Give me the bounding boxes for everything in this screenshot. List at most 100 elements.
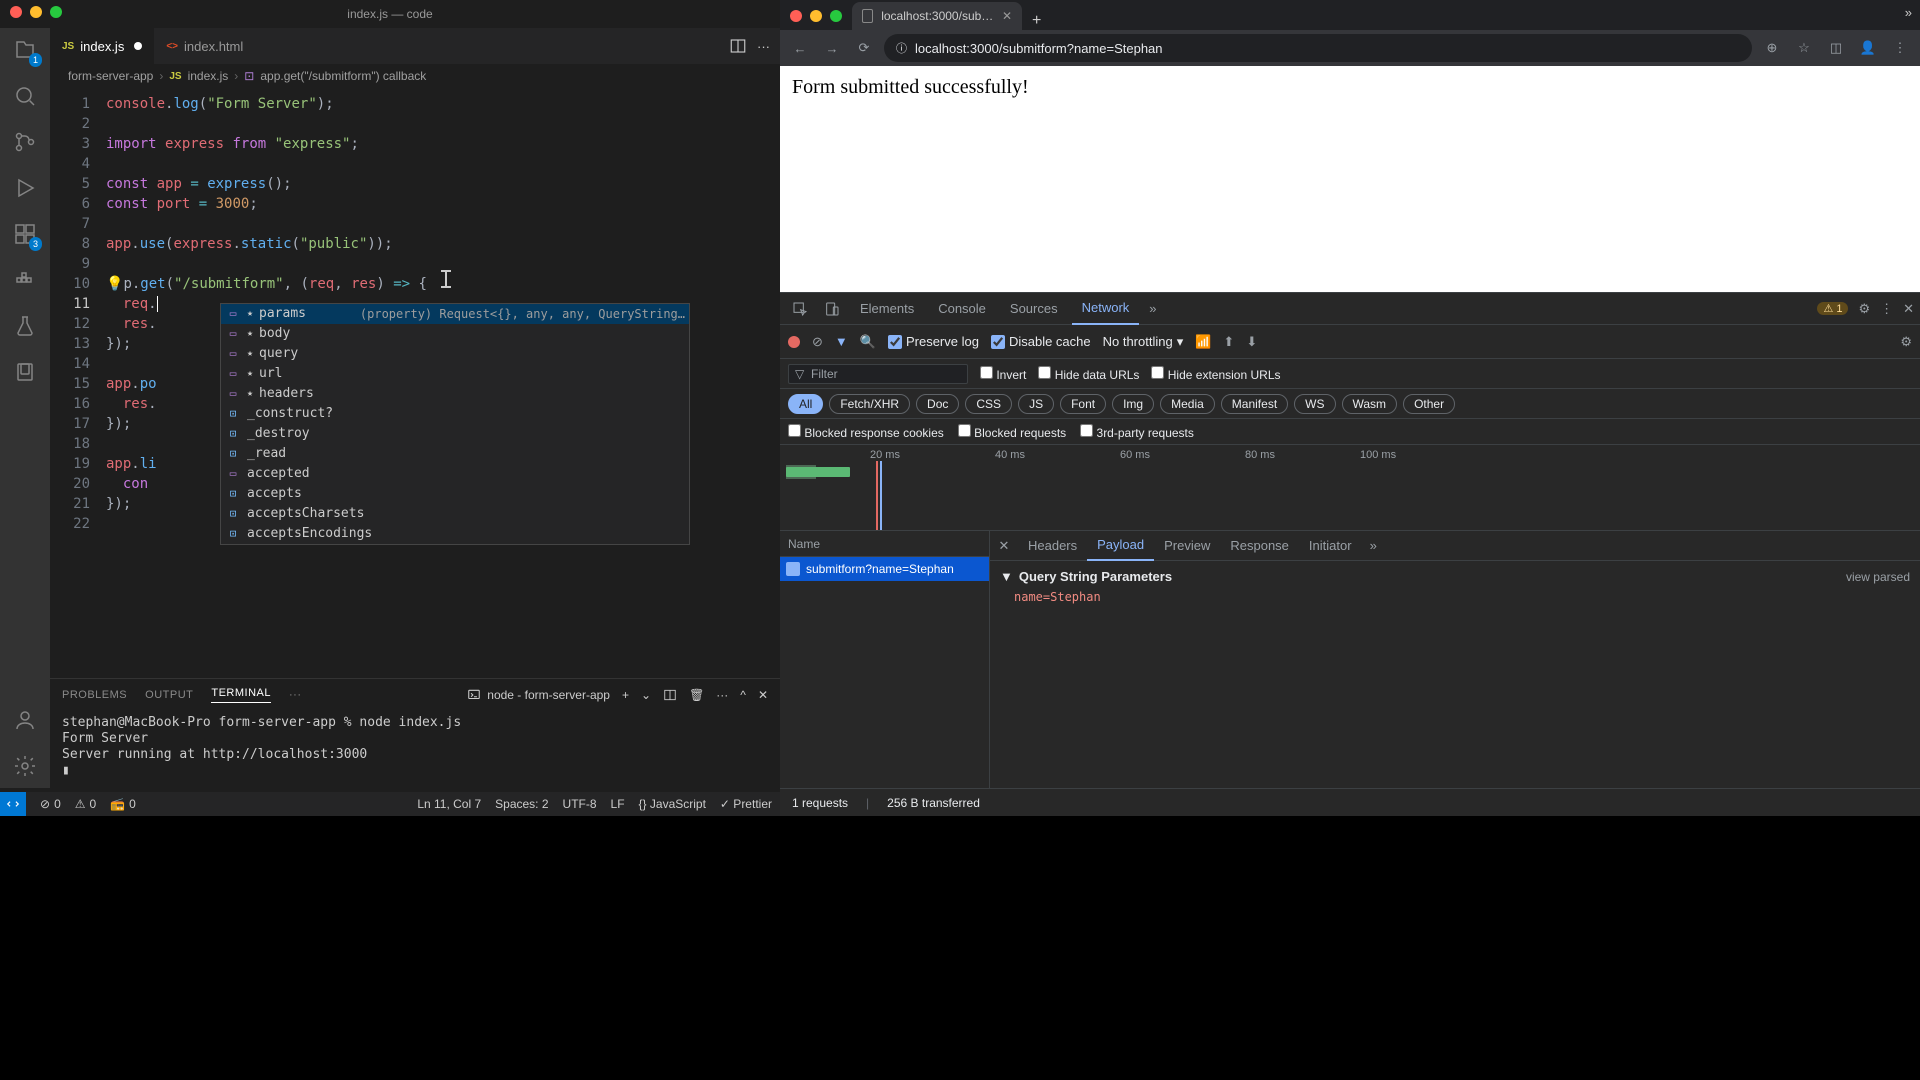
indentation[interactable]: Spaces: 2	[495, 797, 548, 811]
run-debug-icon[interactable]	[11, 174, 39, 202]
intellisense-popup[interactable]: ▭★params(property) Request<{}, any, any,…	[220, 303, 690, 545]
panel-tab-more[interactable]: ···	[289, 689, 302, 701]
cursor-position[interactable]: Ln 11, Col 7	[417, 797, 481, 811]
docker-icon[interactable]	[11, 266, 39, 294]
close-window-icon[interactable]	[10, 6, 22, 18]
close-devtools-icon[interactable]: ✕	[1903, 301, 1914, 317]
check-3rd-party[interactable]: 3rd-party requests	[1080, 424, 1194, 440]
type-chip-other[interactable]: Other	[1403, 394, 1455, 414]
back-button[interactable]: ←	[788, 41, 812, 56]
preserve-log-checkbox[interactable]: Preserve log	[888, 334, 979, 349]
throttling-dropdown[interactable]: No throttling ▾	[1103, 334, 1184, 350]
network-conditions-icon[interactable]: 📶	[1195, 334, 1211, 350]
language-mode[interactable]: {} JavaScript	[639, 797, 706, 811]
type-chip-manifest[interactable]: Manifest	[1221, 394, 1288, 414]
close-panel-icon[interactable]: ✕	[758, 688, 768, 702]
accounts-icon[interactable]	[11, 706, 39, 734]
check-blocked-cookies[interactable]: Blocked response cookies	[788, 424, 944, 440]
search-icon[interactable]: 🔍	[860, 334, 876, 350]
tab-sources[interactable]: Sources	[1000, 293, 1068, 325]
bookmarks-icon[interactable]	[11, 358, 39, 386]
status-radio[interactable]: 📻 0	[110, 797, 136, 811]
intellisense-item[interactable]: ⊡acceptsCharsets	[221, 504, 689, 524]
tab-console[interactable]: Console	[928, 293, 996, 325]
check-blocked-requests[interactable]: Blocked requests	[958, 424, 1066, 440]
omnibox[interactable]: ⓘ localhost:3000/submitform?name=Stephan	[884, 34, 1752, 62]
close-window-icon[interactable]	[790, 10, 802, 22]
close-detail-icon[interactable]: ✕	[990, 538, 1018, 554]
maximize-window-icon[interactable]	[830, 10, 842, 22]
intellisense-item[interactable]: ▭accepted	[221, 464, 689, 484]
site-info-icon[interactable]: ⓘ	[896, 40, 907, 56]
minimize-window-icon[interactable]	[30, 6, 42, 18]
intellisense-item[interactable]: ▭★body	[221, 324, 689, 344]
detail-tab-response[interactable]: Response	[1220, 531, 1299, 561]
chrome-chevron-icon[interactable]: »	[1905, 5, 1912, 20]
bookmark-icon[interactable]: ☆	[1792, 40, 1816, 56]
terminal-profile[interactable]: node - form-server-app	[467, 688, 610, 702]
type-chip-doc[interactable]: Doc	[916, 394, 959, 414]
more-tabs-icon[interactable]: »	[1143, 301, 1162, 316]
check-hide-data-urls[interactable]: Hide data URLs	[1038, 366, 1139, 382]
prettier-status[interactable]: ✓ Prettier	[720, 797, 772, 811]
type-chip-fetchxhr[interactable]: Fetch/XHR	[829, 394, 910, 414]
split-terminal-icon[interactable]	[663, 688, 677, 702]
detail-tab-initiator[interactable]: Initiator	[1299, 531, 1362, 561]
device-toolbar-icon[interactable]	[818, 301, 846, 317]
minimize-window-icon[interactable]	[810, 10, 822, 22]
intellisense-item[interactable]: ▭★url	[221, 364, 689, 384]
check-invert[interactable]: Invert	[980, 366, 1026, 382]
type-chip-img[interactable]: Img	[1112, 394, 1154, 414]
source-control-icon[interactable]	[11, 128, 39, 156]
filter-icon[interactable]: ▼	[835, 334, 848, 349]
extensions-icon[interactable]: ◫	[1824, 40, 1848, 56]
request-row[interactable]: submitform?name=Stephan	[780, 557, 989, 581]
view-parsed-link[interactable]: view parsed	[1846, 570, 1910, 584]
panel-tab-problems[interactable]: PROBLEMS	[62, 689, 127, 701]
type-chip-js[interactable]: JS	[1018, 394, 1054, 414]
remote-indicator-icon[interactable]	[0, 792, 26, 816]
intellisense-item[interactable]: ▭★query	[221, 344, 689, 364]
devtools-menu-icon[interactable]: ⋮	[1880, 301, 1893, 317]
explorer-icon[interactable]: 1	[11, 36, 39, 64]
type-chip-font[interactable]: Font	[1060, 394, 1106, 414]
new-tab-button[interactable]: +	[1022, 12, 1051, 30]
network-timeline[interactable]: 20 ms 40 ms 60 ms 80 ms 100 ms	[780, 445, 1920, 531]
status-errors[interactable]: ⊘ 0	[40, 797, 61, 811]
forward-button[interactable]: →	[820, 41, 844, 56]
panel-tab-output[interactable]: OUTPUT	[145, 689, 193, 701]
payload-section-header[interactable]: ▼ Query String Parameters view parsed	[1000, 569, 1910, 584]
close-tab-icon[interactable]: ✕	[1002, 9, 1012, 23]
type-chip-all[interactable]: All	[788, 394, 823, 414]
zoom-icon[interactable]: ⊕	[1760, 40, 1784, 56]
disable-cache-checkbox[interactable]: Disable cache	[991, 334, 1091, 349]
tab-network[interactable]: Network	[1072, 293, 1140, 325]
warning-badge[interactable]: ⚠ 1	[1817, 302, 1848, 315]
kill-terminal-icon[interactable]: 🗑	[689, 688, 704, 702]
reload-button[interactable]: ⟳	[852, 40, 876, 56]
type-chip-media[interactable]: Media	[1160, 394, 1215, 414]
breadcrumb[interactable]: form-server-app › JS index.js › ⊡ app.ge…	[50, 64, 780, 88]
inspect-element-icon[interactable]	[786, 301, 814, 317]
profile-icon[interactable]: 👤	[1856, 40, 1880, 56]
type-chip-css[interactable]: CSS	[965, 394, 1012, 414]
more-actions-icon[interactable]: ···	[757, 39, 770, 54]
flask-icon[interactable]	[11, 312, 39, 340]
split-editor-icon[interactable]	[729, 37, 747, 55]
extensions-icon[interactable]: 3	[11, 220, 39, 248]
network-settings-icon[interactable]: ⚙	[1900, 334, 1912, 350]
terminal-output[interactable]: stephan@MacBook-Pro form-server-app % no…	[50, 711, 780, 783]
tab-index-js[interactable]: JS index.js	[50, 28, 154, 64]
new-terminal-icon[interactable]: +	[622, 688, 629, 702]
intellisense-item[interactable]: ▭★headers	[221, 384, 689, 404]
intellisense-item[interactable]: ⊡accepts	[221, 484, 689, 504]
gear-icon[interactable]	[11, 752, 39, 780]
intellisense-item[interactable]: ⊡acceptsEncodings	[221, 524, 689, 544]
encoding[interactable]: UTF-8	[563, 797, 597, 811]
detail-tab-headers[interactable]: Headers	[1018, 531, 1087, 561]
tab-elements[interactable]: Elements	[850, 293, 924, 325]
check-hide-ext-urls[interactable]: Hide extension URLs	[1151, 366, 1280, 382]
column-name-header[interactable]: Name	[780, 531, 989, 557]
more-detail-tabs-icon[interactable]: »	[1362, 538, 1385, 553]
detail-tab-preview[interactable]: Preview	[1154, 531, 1220, 561]
